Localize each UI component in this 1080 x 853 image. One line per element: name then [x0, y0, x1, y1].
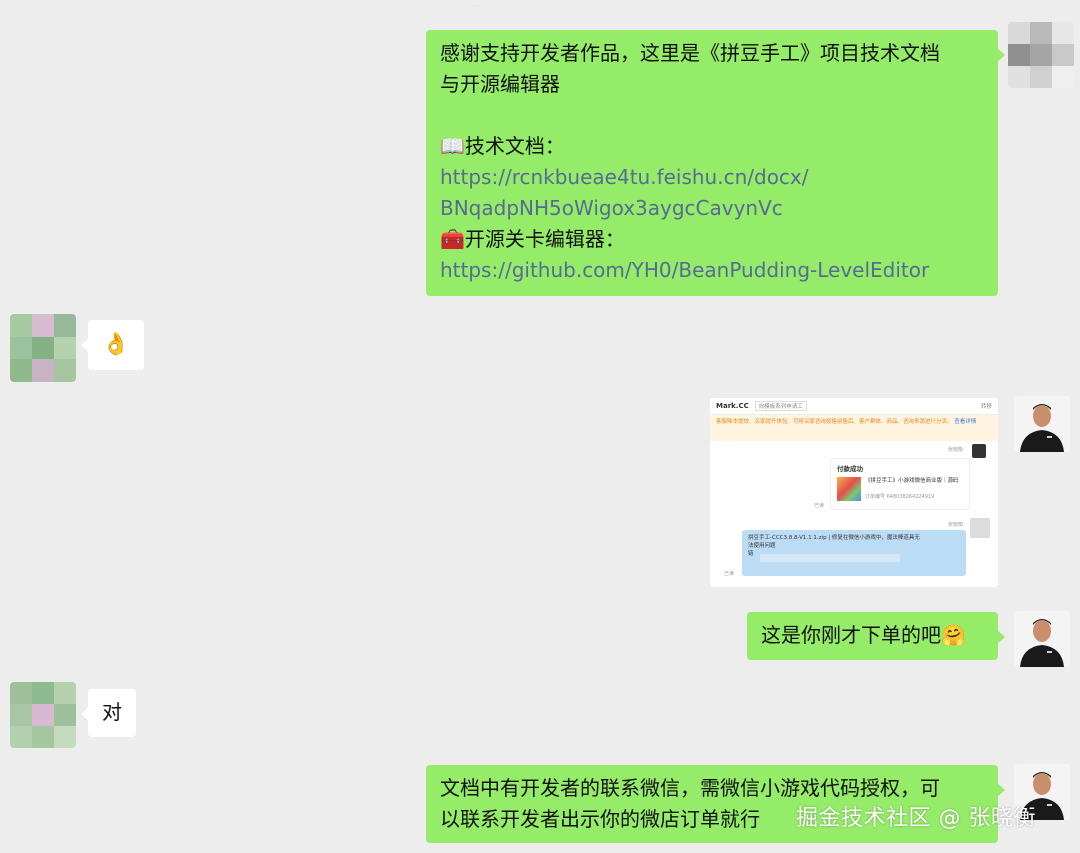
person-avatar-icon: [1014, 611, 1070, 667]
shot-pay-desc: 《拼豆手工》小游戏微信商业版｜源码: [865, 478, 959, 484]
message-text: 这是你刚才下单的吧🤗: [761, 623, 966, 647]
shot-product-thumb: [837, 477, 861, 501]
message-text-line: 与开源编辑器: [440, 72, 560, 96]
shot-notice-text: 客服降本提效、买家提升体验：可将买家咨询按售前售后、客户群体、商品、咨询来源进行…: [716, 419, 953, 425]
avatar-self[interactable]: [1014, 611, 1070, 667]
screenshot-image[interactable]: Mark.CC 向模板系列申请工 转移 客服降本提效、买家提升体验：可将买家咨询…: [710, 398, 998, 587]
ok-hand-icon: 👌: [102, 332, 130, 357]
avatar-contact-blurred[interactable]: [10, 314, 76, 382]
doc-link-line2[interactable]: BNqadpNH5oWigox3aygcCavynVc: [440, 193, 984, 224]
shot-pay-title: 付款成功: [837, 465, 863, 473]
shot-mini-avatar-blurred: [970, 518, 990, 538]
message-text-line-editor: 🧰开源关卡编辑器：: [440, 227, 625, 251]
shot-action: 转移: [980, 404, 992, 410]
shot-sender-label: 张晓衡: [948, 447, 964, 453]
shot-sender-label-2: 张晓衡: [948, 522, 964, 528]
message-bubble-order[interactable]: 这是你刚才下单的吧🤗: [747, 612, 1005, 660]
shot-file-line1: 拼豆手工-CCC3.8.8-V1.1.1.zip | 修复在微信小游戏中，魔法棒…: [748, 535, 920, 541]
shot-shop-name: Mark.CC: [716, 402, 749, 410]
message-text-line-docs: 📖技术文档：: [440, 134, 565, 158]
shot-mini-avatar: [972, 444, 986, 458]
shot-file-message: 拼豆手工-CCC3.8.8-V1.1.1.zip | 修复在微信小游戏中，魔法棒…: [742, 530, 966, 576]
shot-pay-order: 订单编号 6480382642249​19: [865, 494, 935, 500]
shot-tag: 向模板系列申请工: [754, 401, 807, 411]
watermark: 掘金技术社区 @ 张晓衡: [796, 806, 1036, 831]
top-faded-text: …: [470, 0, 590, 6]
shot-read-label: 已读: [814, 503, 825, 509]
message-bubble-docs[interactable]: 感谢支持开发者作品，这里是《拼豆手工》项目技术文档 与开源编辑器 📖技术文档： …: [426, 30, 1005, 296]
avatar-contact-blurred[interactable]: [10, 682, 76, 748]
shot-blurred-region: [760, 554, 900, 562]
message-text: 对: [102, 700, 122, 724]
editor-link[interactable]: https://github.com/YH0/BeanPudding-Level…: [440, 255, 984, 286]
shot-notice: 客服降本提效、买家提升体验：可将买家咨询按售前售后、客户群体、商品、咨询来源进行…: [710, 415, 998, 441]
shot-pay-card: 付款成功 《拼豆手工》小游戏微信商业版｜源码 订单编号 648038264224…: [830, 458, 970, 510]
message-text-line: 感谢支持开发者作品，这里是《拼豆手工》项目技术文档: [440, 41, 940, 65]
shot-read-label-2: 已读: [724, 571, 735, 577]
message-bubble-ok[interactable]: 👌: [81, 320, 144, 370]
shot-file-line2: 法使用问题: [748, 543, 776, 549]
avatar-self[interactable]: [1014, 396, 1070, 452]
message-bubble-reply[interactable]: 对: [81, 689, 136, 737]
doc-link-line1[interactable]: https://rcnkbueae4tu.feishu.cn/docx/: [440, 162, 984, 193]
shot-notice-more: 查看详情: [954, 419, 977, 425]
shot-header: Mark.CC 向模板系列申请工 转移: [710, 398, 998, 415]
avatar-self-blurred[interactable]: [1008, 22, 1074, 88]
person-avatar-icon: [1014, 396, 1070, 452]
